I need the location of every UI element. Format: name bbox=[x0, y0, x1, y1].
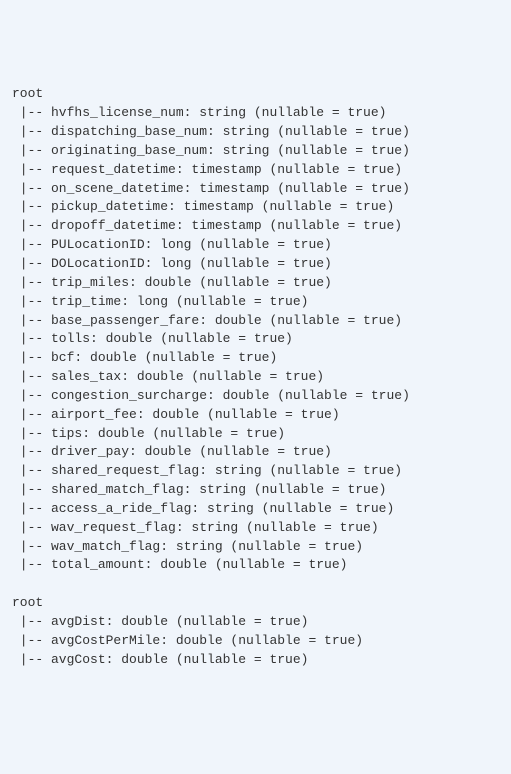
schema-field-line: |-- wav_request_flag: string (nullable =… bbox=[12, 519, 499, 538]
schema-field-line: |-- shared_match_flag: string (nullable … bbox=[12, 481, 499, 500]
schema-output: root |-- hvfhs_license_num: string (null… bbox=[12, 85, 499, 669]
schema-field-line: |-- base_passenger_fare: double (nullabl… bbox=[12, 312, 499, 331]
schema-field-line: |-- pickup_datetime: timestamp (nullable… bbox=[12, 198, 499, 217]
blank-line bbox=[12, 575, 499, 594]
schema-field-line: |-- driver_pay: double (nullable = true) bbox=[12, 443, 499, 462]
schema-field-line: |-- request_datetime: timestamp (nullabl… bbox=[12, 161, 499, 180]
schema-field-line: |-- congestion_surcharge: double (nullab… bbox=[12, 387, 499, 406]
schema-root-label: root bbox=[12, 594, 499, 613]
schema-field-line: |-- airport_fee: double (nullable = true… bbox=[12, 406, 499, 425]
schema-field-line: |-- avgCostPerMile: double (nullable = t… bbox=[12, 632, 499, 651]
schema-field-line: |-- avgDist: double (nullable = true) bbox=[12, 613, 499, 632]
schema-field-line: |-- wav_match_flag: string (nullable = t… bbox=[12, 538, 499, 557]
schema-field-line: |-- bcf: double (nullable = true) bbox=[12, 349, 499, 368]
schema-field-line: |-- DOLocationID: long (nullable = true) bbox=[12, 255, 499, 274]
schema-field-line: |-- dispatching_base_num: string (nullab… bbox=[12, 123, 499, 142]
schema-field-line: |-- tolls: double (nullable = true) bbox=[12, 330, 499, 349]
schema-field-line: |-- dropoff_datetime: timestamp (nullabl… bbox=[12, 217, 499, 236]
schema-field-line: |-- on_scene_datetime: timestamp (nullab… bbox=[12, 180, 499, 199]
schema-field-line: |-- total_amount: double (nullable = tru… bbox=[12, 556, 499, 575]
schema-root-label: root bbox=[12, 85, 499, 104]
schema-field-line: |-- shared_request_flag: string (nullabl… bbox=[12, 462, 499, 481]
schema-field-line: |-- access_a_ride_flag: string (nullable… bbox=[12, 500, 499, 519]
schema-block: root |-- avgDist: double (nullable = tru… bbox=[12, 594, 499, 669]
schema-field-line: |-- tips: double (nullable = true) bbox=[12, 425, 499, 444]
schema-field-line: |-- hvfhs_license_num: string (nullable … bbox=[12, 104, 499, 123]
schema-field-line: |-- originating_base_num: string (nullab… bbox=[12, 142, 499, 161]
schema-field-line: |-- avgCost: double (nullable = true) bbox=[12, 651, 499, 670]
schema-block: root |-- hvfhs_license_num: string (null… bbox=[12, 85, 499, 575]
schema-field-line: |-- PULocationID: long (nullable = true) bbox=[12, 236, 499, 255]
schema-field-line: |-- trip_miles: double (nullable = true) bbox=[12, 274, 499, 293]
schema-field-line: |-- sales_tax: double (nullable = true) bbox=[12, 368, 499, 387]
schema-field-line: |-- trip_time: long (nullable = true) bbox=[12, 293, 499, 312]
